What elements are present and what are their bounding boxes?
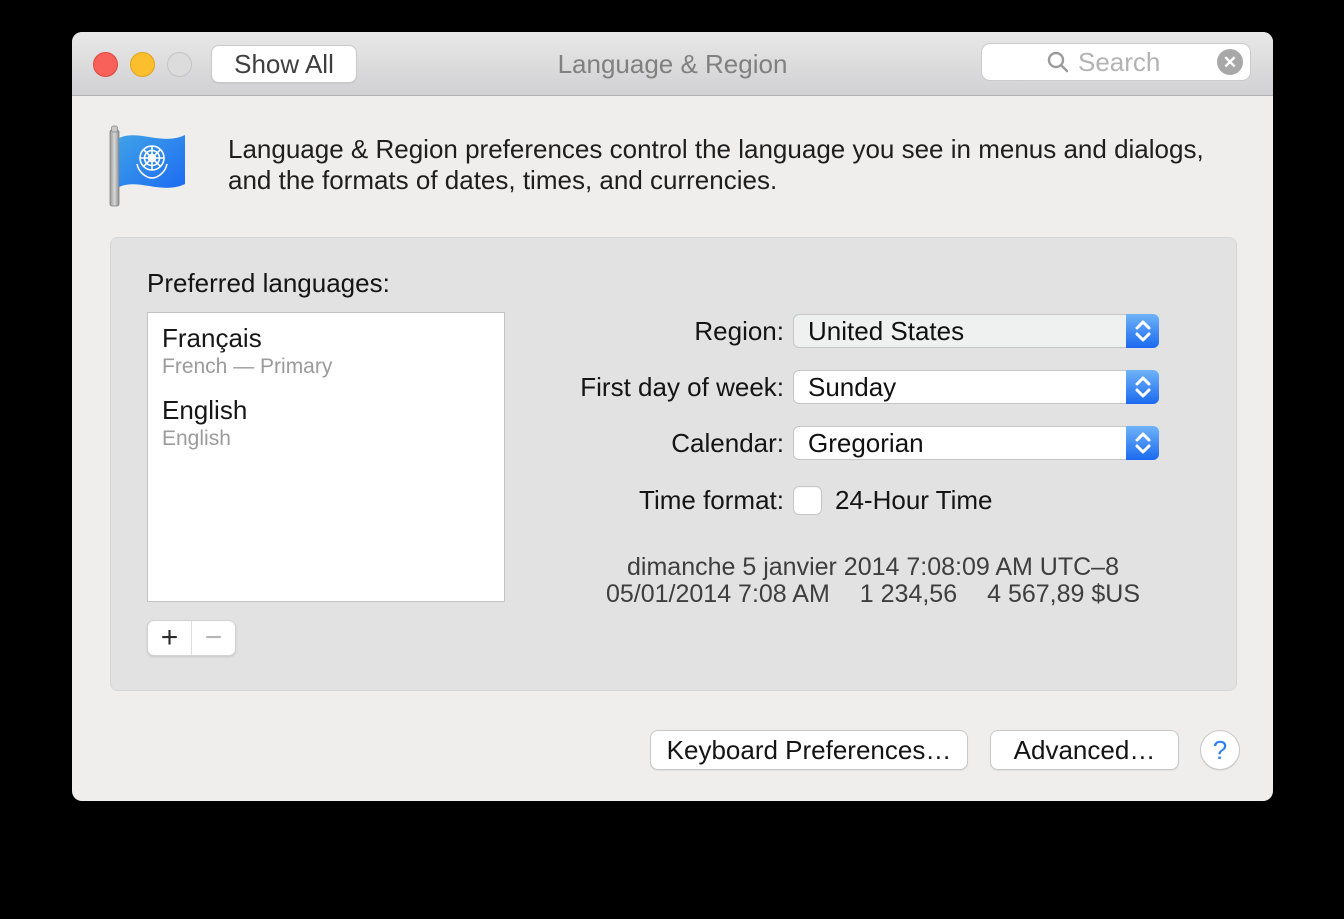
preview-long-date: dimanche 5 janvier 2014 7:08:09 AM UTC–8 (543, 554, 1203, 581)
pane-description-line1: Language & Region preferences control th… (228, 134, 1204, 165)
first-day-popup[interactable]: Sunday (793, 370, 1159, 404)
help-button[interactable]: ? (1200, 730, 1240, 770)
pane-description: Language & Region preferences control th… (228, 134, 1204, 196)
chevron-up-down-icon (1126, 370, 1159, 404)
titlebar: Show All Language & Region ✕ (72, 32, 1273, 96)
add-remove-control: + − (147, 620, 236, 656)
preview-short-date: 05/01/2014 7:08 AM (606, 580, 830, 608)
first-day-label: First day of week: (404, 370, 784, 404)
24-hour-checkbox-label: 24-Hour Time (835, 485, 993, 516)
keyboard-preferences-button[interactable]: Keyboard Preferences… (650, 730, 968, 770)
region-value: United States (808, 315, 964, 347)
settings-groupbox: Preferred languages: Français French — P… (110, 237, 1237, 691)
calendar-popup[interactable]: Gregorian (793, 426, 1159, 460)
search-input[interactable] (1076, 46, 1186, 79)
preferred-languages-label: Preferred languages: (147, 268, 390, 299)
calendar-value: Gregorian (808, 427, 924, 459)
search-icon (1046, 50, 1070, 74)
un-flag-icon (108, 124, 194, 213)
format-preview: dimanche 5 janvier 2014 7:08:09 AM UTC–8… (543, 554, 1203, 608)
calendar-label: Calendar: (404, 426, 784, 460)
region-label: Region: (404, 314, 784, 348)
add-language-button[interactable]: + (148, 621, 192, 655)
preview-short-formats: 05/01/2014 7:08 AM 1 234,56 4 567,89 $US (543, 581, 1203, 608)
24-hour-checkbox[interactable] (793, 486, 822, 515)
preview-number: 1 234,56 (860, 580, 957, 608)
chevron-up-down-icon (1126, 426, 1159, 460)
region-popup[interactable]: United States (793, 314, 1159, 348)
remove-language-button[interactable]: − (192, 621, 235, 655)
first-day-value: Sunday (808, 371, 896, 403)
preview-currency: 4 567,89 $US (987, 580, 1140, 608)
pane-description-line2: and the formats of dates, times, and cur… (228, 165, 1204, 196)
chevron-up-down-icon (1126, 314, 1159, 348)
time-format-label: Time format: (404, 483, 784, 517)
search-field[interactable]: ✕ (981, 43, 1251, 81)
search-clear-icon[interactable]: ✕ (1217, 49, 1243, 75)
preferences-window: Show All Language & Region ✕ (72, 32, 1273, 801)
advanced-button[interactable]: Advanced… (990, 730, 1179, 770)
